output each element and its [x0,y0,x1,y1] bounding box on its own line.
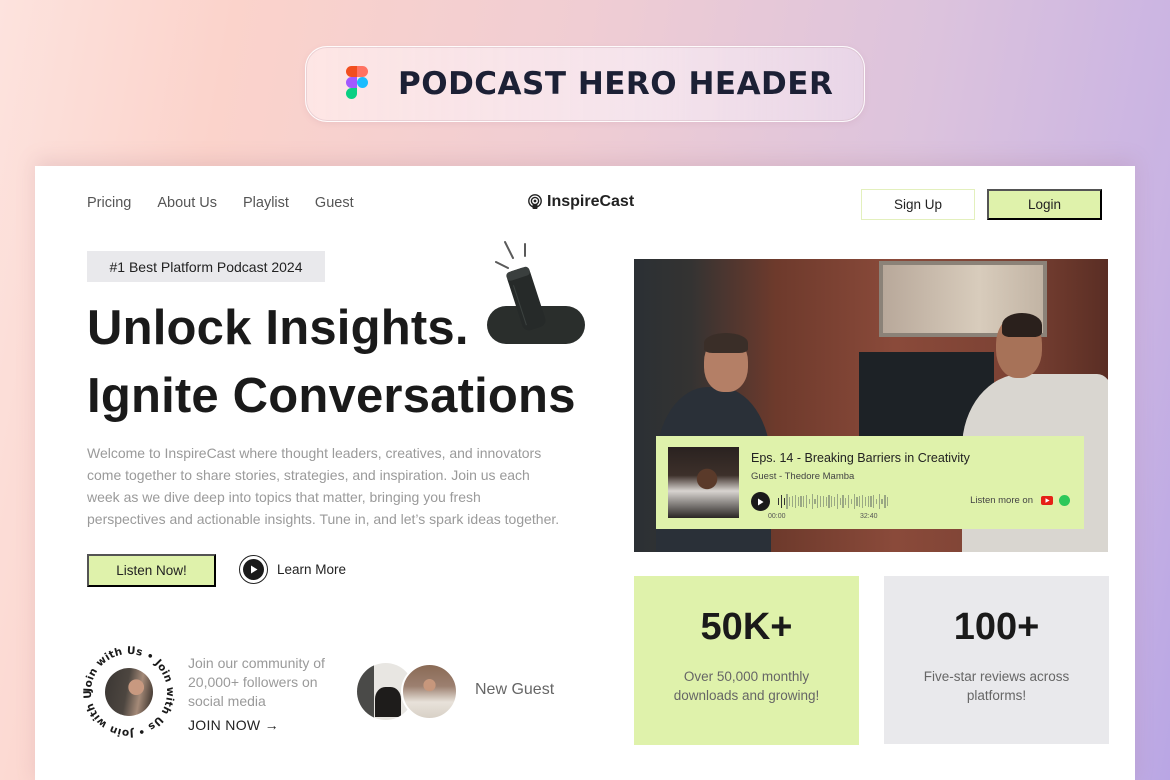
waveform-bar [856,497,858,506]
waveform-bar [861,494,864,509]
sign-up-button[interactable]: Sign Up [861,189,975,220]
stat-description: Over 50,000 monthly downloads and growin… [673,669,820,703]
waveform-bar [884,495,886,508]
join-with-us-circular-text[interactable]: Join with Us • Join with Us • Join with … [83,646,175,738]
waveform-bar [817,495,819,508]
waveform-bar [791,495,794,508]
waveform-bar [783,498,785,505]
hero-podcast-photo: Eps. 14 - Breaking Barriers in Creativit… [634,259,1108,552]
episode-title: Eps. 14 - Breaking Barriers in Creativit… [751,451,970,465]
waveform-bar [873,495,875,508]
nav-link-playlist[interactable]: Playlist [243,195,289,211]
waveform-bar [831,496,833,507]
waveform-bar [789,497,791,506]
nav-link-pricing[interactable]: Pricing [87,195,131,211]
main-nav: Pricing About Us Playlist Guest [87,195,380,211]
time-current: 00:00 [768,513,786,520]
waveform-bar [778,498,780,505]
podcast-icon [528,194,542,209]
waveform-bar [814,499,816,504]
waveform-bar [828,494,830,509]
episode-player: Eps. 14 - Breaking Barriers in Creativit… [656,436,1084,529]
nav-link-about-us[interactable]: About Us [157,195,217,211]
waveform-bar [786,493,788,510]
figma-icon [346,66,370,102]
join-now-link[interactable]: JOIN NOW → [188,717,279,733]
circular-text: Join with Us • Join with Us • Join with … [83,646,175,738]
award-badge: #1 Best Platform Podcast 2024 [87,251,325,282]
waveform-bar [825,496,827,507]
youtube-icon[interactable] [1041,496,1053,505]
waveform-bar [850,498,853,505]
play-button[interactable] [751,492,770,511]
listen-more-on: Listen more on [970,495,1070,506]
waveform-bar [881,499,883,504]
waveform-bar [875,498,878,505]
waveform-bar [839,498,841,505]
waveform-bar [887,496,889,507]
waveform-bar [819,496,822,507]
waveform-bar [859,495,861,508]
waveform-bar [878,493,880,510]
waveform-bar [822,495,825,508]
new-guest-label[interactable]: New Guest [475,681,554,699]
waveform-bar [805,495,808,508]
nav-link-guest[interactable]: Guest [315,195,354,211]
waveform-bar [780,495,783,508]
waveform-bar [842,495,844,508]
waveform-bar [836,493,839,510]
community-text: Join our community of 20,000+ followers … [188,655,325,709]
waveform-bar [864,496,866,507]
hero-card: Pricing About Us Playlist Guest InspireC… [35,166,1135,780]
waveform-bar [811,493,813,510]
episode-thumbnail [668,447,739,518]
stat-value: 50K+ [700,606,793,648]
brand-name: InspireCast [547,193,635,210]
listen-more-label: Listen more on [970,495,1033,506]
waveform-bar [808,498,811,505]
time-total: 32:40 [860,513,878,520]
headline-line-2: Ignite Conversations [87,369,576,423]
waveform-bar [797,496,799,507]
audio-waveform-scrubber[interactable] [778,493,889,510]
listen-now-button[interactable]: Listen Now! [87,554,216,587]
banner-title: PODCAST HERO HEADER [398,66,834,102]
hero-description: Welcome to InspireCast where thought lea… [87,445,560,527]
waveform-bar [800,495,802,508]
learn-more-label: Learn More [277,562,347,577]
waveform-bar [847,495,850,508]
waveform-bar [845,497,847,506]
stat-value: 100+ [953,606,1040,648]
stat-card-reviews: 100+ Five-star reviews across platforms! [884,576,1109,744]
title-banner: PODCAST HERO HEADER [305,46,865,122]
stat-description: Five-star reviews across platforms! [923,669,1070,703]
learn-more-button[interactable]: Learn More [239,555,346,584]
microphone-icon [495,241,546,331]
svg-text:Join with Us • Join with Us •: Join with Us • Join with Us • Join with … [83,646,175,738]
brand-logo[interactable]: InspireCast [527,193,634,211]
waveform-bar [853,493,855,510]
play-icon [758,498,764,505]
login-button[interactable]: Login [987,189,1102,220]
stat-card-downloads: 50K+ Over 50,000 monthly downloads and g… [634,576,859,745]
waveform-bar [794,494,797,509]
waveform-bar [803,496,805,507]
waveform-bar [867,495,869,508]
play-circle-icon [239,555,268,584]
episode-guest: Guest - Thedore Mamba [751,471,855,482]
waveform-bar [870,496,872,507]
waveform-bar [833,497,836,506]
guest-avatar[interactable] [401,663,458,720]
spotify-icon[interactable] [1059,495,1070,506]
